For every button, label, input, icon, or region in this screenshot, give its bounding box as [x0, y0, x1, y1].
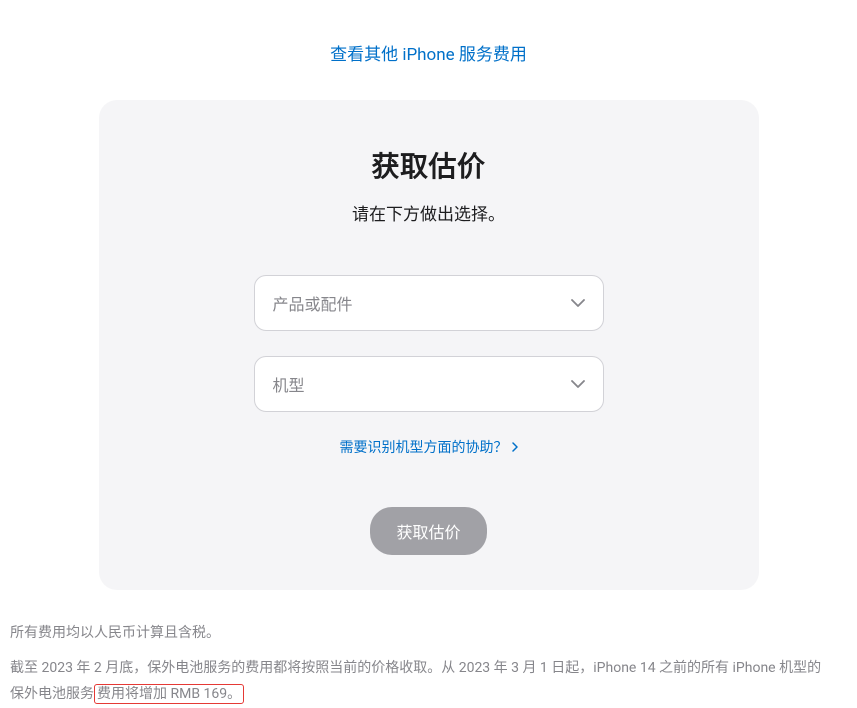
- estimate-card: 获取估价 请在下方做出选择。 产品或配件 机型 需要识别机型方面的协助？ 获取估…: [99, 100, 759, 590]
- card-subtitle: 请在下方做出选择。: [159, 200, 699, 225]
- get-estimate-button[interactable]: 获取估价: [370, 507, 486, 555]
- product-select-placeholder: 产品或配件: [273, 291, 353, 315]
- chevron-right-icon: [512, 442, 518, 452]
- help-link-container: 需要识别机型方面的协助？: [159, 437, 699, 457]
- footer-line-1: 所有费用均以人民币计算且含税。: [10, 620, 830, 647]
- chevron-down-icon: [571, 299, 585, 307]
- top-link-container: 查看其他 iPhone 服务费用: [0, 40, 857, 65]
- model-select-placeholder: 机型: [273, 372, 305, 396]
- footer-text: 所有费用均以人民币计算且含税。 截至 2023 年 2 月底，保外电池服务的费用…: [10, 620, 830, 708]
- card-title: 获取估价: [159, 145, 699, 185]
- product-select-wrapper: 产品或配件: [254, 275, 604, 331]
- price-increase-highlight: 费用将增加 RMB 169。: [94, 684, 244, 704]
- product-select[interactable]: 产品或配件: [254, 275, 604, 331]
- identify-model-help-link[interactable]: 需要识别机型方面的协助？: [340, 437, 518, 457]
- model-select-wrapper: 机型: [254, 356, 604, 412]
- model-select[interactable]: 机型: [254, 356, 604, 412]
- help-link-label: 需要识别机型方面的协助？: [340, 437, 508, 457]
- chevron-down-icon: [571, 380, 585, 388]
- other-services-link[interactable]: 查看其他 iPhone 服务费用: [330, 45, 527, 65]
